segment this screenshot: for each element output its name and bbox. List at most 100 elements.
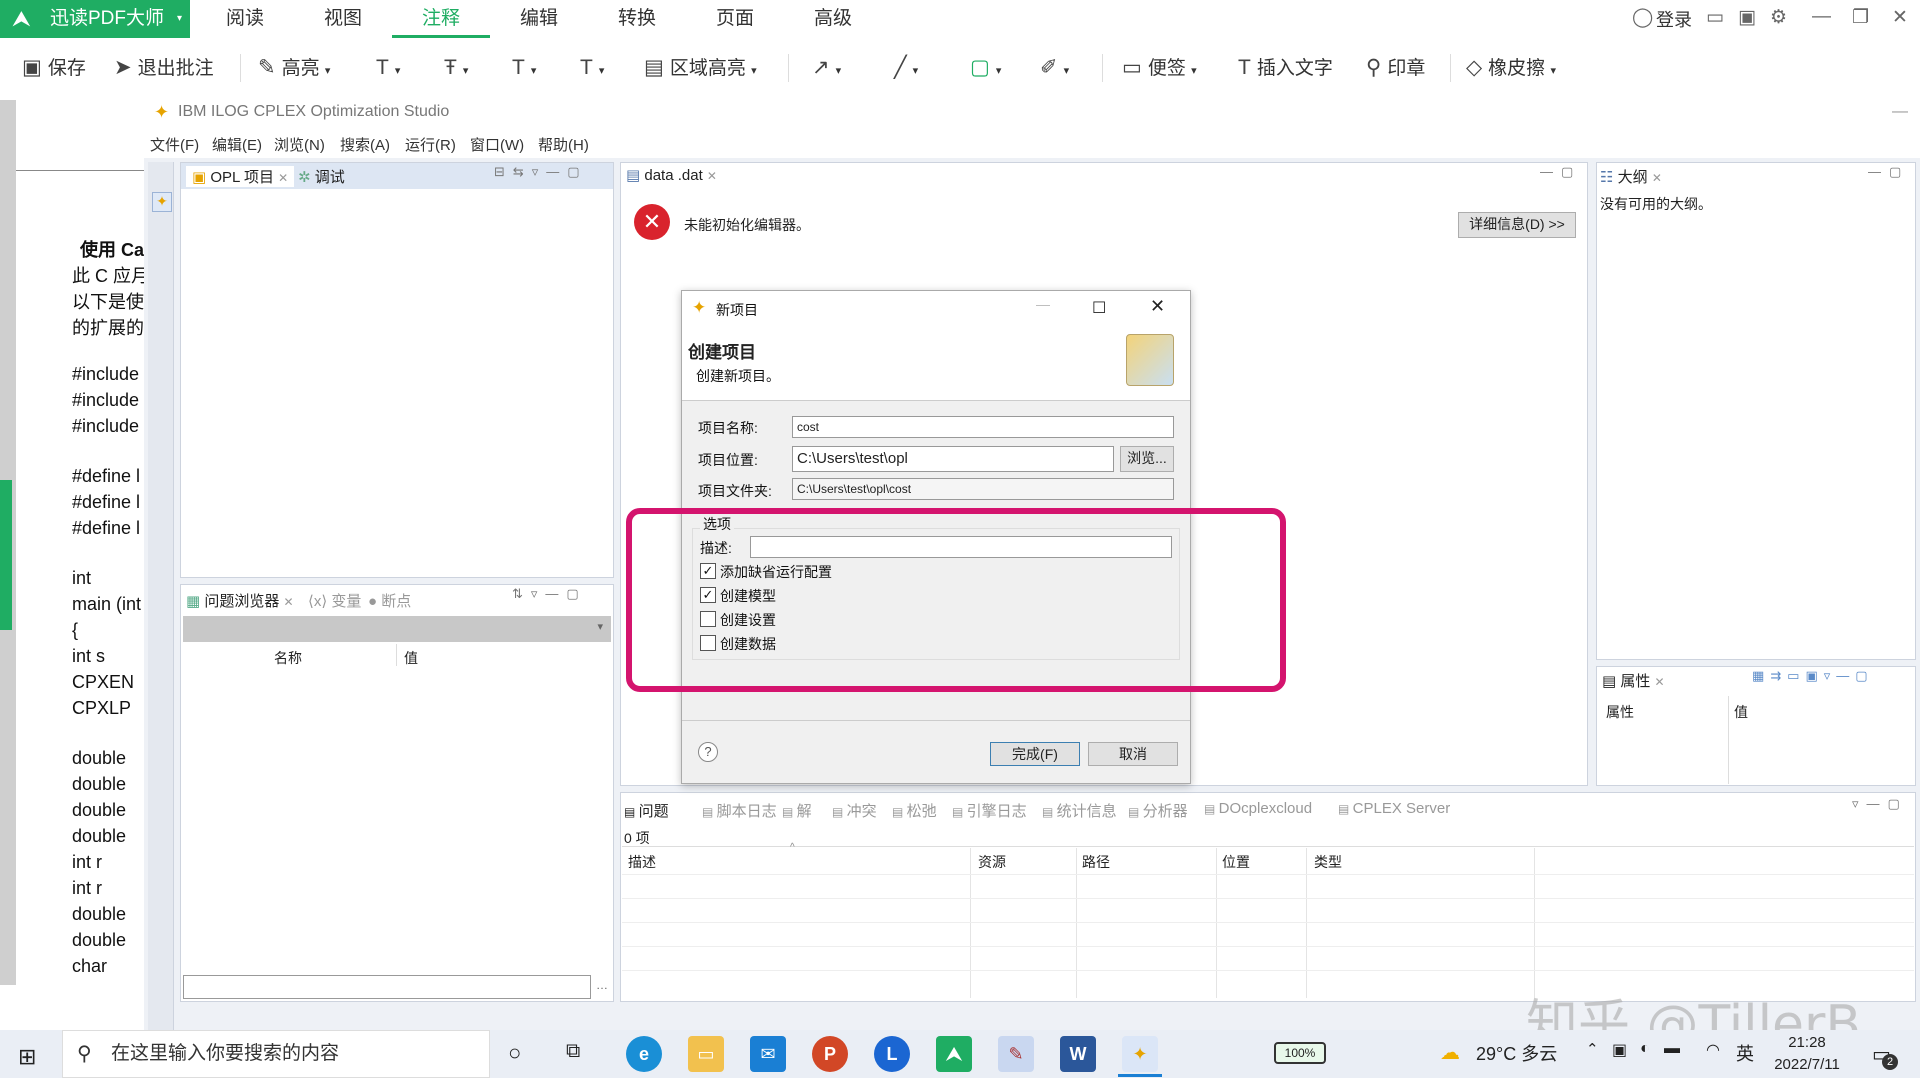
tab-relaxations[interactable]: ▤ 松弛 [892,800,937,821]
minimize-icon[interactable]: — [1036,296,1050,312]
menu-search[interactable]: 搜索(A) [340,134,390,155]
tab-conflicts[interactable]: ▤ 冲突 [832,800,877,821]
panel-controls[interactable]: ⊟⇆▿—▢ [494,164,588,180]
restore-icon[interactable]: ❐ [1852,6,1869,29]
tab-variables[interactable]: ⟨x⟩ 变量 [308,590,361,611]
cortana-icon[interactable]: ○ [508,1040,521,1066]
tab-cplex-server[interactable]: ▤ CPLEX Server [1338,800,1450,817]
tab-convert[interactable]: 转换 [602,0,672,38]
problem-selector[interactable]: ▾ [183,616,611,642]
insert-text-button[interactable]: T 插入文字 [1238,52,1333,84]
tab-edit[interactable]: 编辑 [504,0,574,38]
line-tool[interactable]: ╱ ▾ [894,52,918,84]
tray-expand-icon[interactable]: ⌃ [1586,1040,1599,1058]
tab-debug[interactable]: ✲ 调试 [298,166,345,187]
menu-window[interactable]: 窗口(W) [470,134,524,155]
tab-script-log[interactable]: ▤ 脚本日志 [702,800,777,821]
settings-icon[interactable]: ⚙ [1770,6,1787,29]
tab-properties[interactable]: ▤ 属性 ✕ [1602,670,1665,691]
message-icon[interactable]: ▭ [1706,6,1724,29]
menu-run[interactable]: 运行(R) [405,134,456,155]
project-location-input[interactable]: C:\Users\test\opl [792,446,1114,472]
text-tool-1[interactable]: T ▾ [376,52,400,84]
maximize-icon[interactable]: ☐ [1092,298,1106,318]
exit-annotate-button[interactable]: ➤ 退出批注 [114,52,214,84]
close-icon[interactable]: ✕ [284,595,294,609]
tab-view[interactable]: 视图 [308,0,378,38]
highlight-button[interactable]: ✎ 高亮 ▾ [258,52,330,84]
ime-indicator[interactable]: 英 [1736,1040,1754,1066]
close-icon[interactable]: ✕ [707,169,717,183]
tab-advanced[interactable]: 高级 [798,0,868,38]
details-button[interactable]: 详细信息(D) >> [1458,212,1576,238]
tab-problem-browser[interactable]: ▦ 问题浏览器 ✕ [186,590,294,611]
save-button[interactable]: ▣ 保存 [22,52,86,84]
panel-controls[interactable]: —▢ [1868,164,1909,180]
perspective-icon[interactable]: ✦ [152,192,172,212]
panel-controls[interactable]: ▿—▢ [1852,796,1908,812]
taskbar-search[interactable]: ⚲ 在这里输入你要搜索的内容 [62,1030,490,1078]
eraser-button[interactable]: ◇ 橡皮擦 ▾ [1466,52,1556,84]
qq-icon[interactable]: ◐ [1640,1040,1650,1058]
edge-icon[interactable]: e [626,1036,662,1072]
tab-engine-log[interactable]: ▤ 引擎日志 [952,800,1027,821]
close-icon[interactable]: ✕ [278,171,288,185]
col-header[interactable]: 资源 [978,852,1006,872]
strikethrough-tool[interactable]: Ŧ ▾ [444,52,468,84]
minimize-icon[interactable]: — [1892,96,1908,128]
underline-tool[interactable]: T ▾ [512,52,536,84]
stamp-button[interactable]: ⚲ 印章 [1366,52,1425,84]
arrow-tool[interactable]: ↗ ▾ [812,52,841,84]
menu-help[interactable]: 帮助(H) [538,134,589,155]
tab-docplexcloud[interactable]: ▤ DOcplexcloud [1204,800,1312,817]
problem-filter-input[interactable] [183,975,591,999]
more-icon[interactable]: … [596,978,608,992]
col-header[interactable]: 路径 [1082,852,1110,872]
powerpoint-icon[interactable]: P [812,1036,848,1072]
pencil-tool[interactable]: ✐ ▾ [1040,52,1069,84]
note-button[interactable]: ▭ 便签 ▾ [1122,52,1197,84]
clock-date[interactable]: 2022/7/11 [1766,1056,1848,1073]
user-icon[interactable]: ◯ [1632,6,1653,29]
menu-file[interactable]: 文件(F) [150,134,199,155]
col-header[interactable]: 描述 [628,852,656,872]
tab-outline[interactable]: ☷ 大纲 ✕ [1600,166,1662,187]
gift-icon[interactable]: ▣ [1738,6,1756,29]
browse-button[interactable]: 浏览... [1120,446,1174,472]
close-icon[interactable]: ✕ [1655,675,1665,689]
menu-browse[interactable]: 浏览(N) [274,134,325,155]
area-highlight-button[interactable]: ▤ 区域高亮 ▾ [644,52,757,84]
cancel-button[interactable]: 取消 [1088,742,1178,766]
tab-profiler[interactable]: ▤ 分析器 [1128,800,1188,821]
rectangle-tool[interactable]: ▢ ▾ [970,52,1001,84]
side-handle[interactable] [0,480,12,630]
tab-annotate[interactable]: 注释 [392,0,490,38]
clock-time[interactable]: 21:28 [1770,1034,1844,1051]
menu-edit[interactable]: 编辑(E) [212,134,262,155]
tab-statistics[interactable]: ▤ 统计信息 [1042,800,1117,821]
tab-read[interactable]: 阅读 [210,0,280,38]
minimize-icon[interactable]: — [1812,6,1831,28]
file-explorer-icon[interactable]: ▭ [688,1036,724,1072]
help-icon[interactable]: ? [698,742,718,762]
app-l-icon[interactable]: L [874,1036,910,1072]
wifi-icon[interactable]: ◠ [1706,1040,1720,1060]
close-icon[interactable]: ✕ [1892,6,1908,29]
mail-icon[interactable]: ✉ [750,1036,786,1072]
weather-text[interactable]: 29°C 多云 [1476,1040,1557,1066]
network-icon[interactable]: ▬ [1664,1040,1680,1058]
battery-indicator[interactable]: 100% [1274,1042,1326,1064]
cplex-taskbar-icon[interactable]: ✦ [1122,1036,1158,1072]
windows-start-icon[interactable]: ⊞ [18,1044,36,1070]
tab-solutions[interactable]: ▤ 解 [782,800,812,821]
tab-breakpoints[interactable]: ● 断点 [368,590,411,611]
word-icon[interactable]: W [1060,1036,1096,1072]
pdf-app-icon[interactable]: ⮝ [936,1036,972,1072]
tab-problems[interactable]: ▤ 问题 [624,800,669,821]
text-tool-2[interactable]: T ▾ [580,52,604,84]
panel-controls[interactable]: ▦⇉▭▣▿—▢ [1752,668,1874,684]
panel-controls[interactable]: ⇅▿—▢ [512,586,587,602]
col-header[interactable]: 类型 [1314,852,1342,872]
col-header[interactable]: 位置 [1222,852,1250,872]
task-view-icon[interactable]: ⧉ [566,1040,580,1063]
